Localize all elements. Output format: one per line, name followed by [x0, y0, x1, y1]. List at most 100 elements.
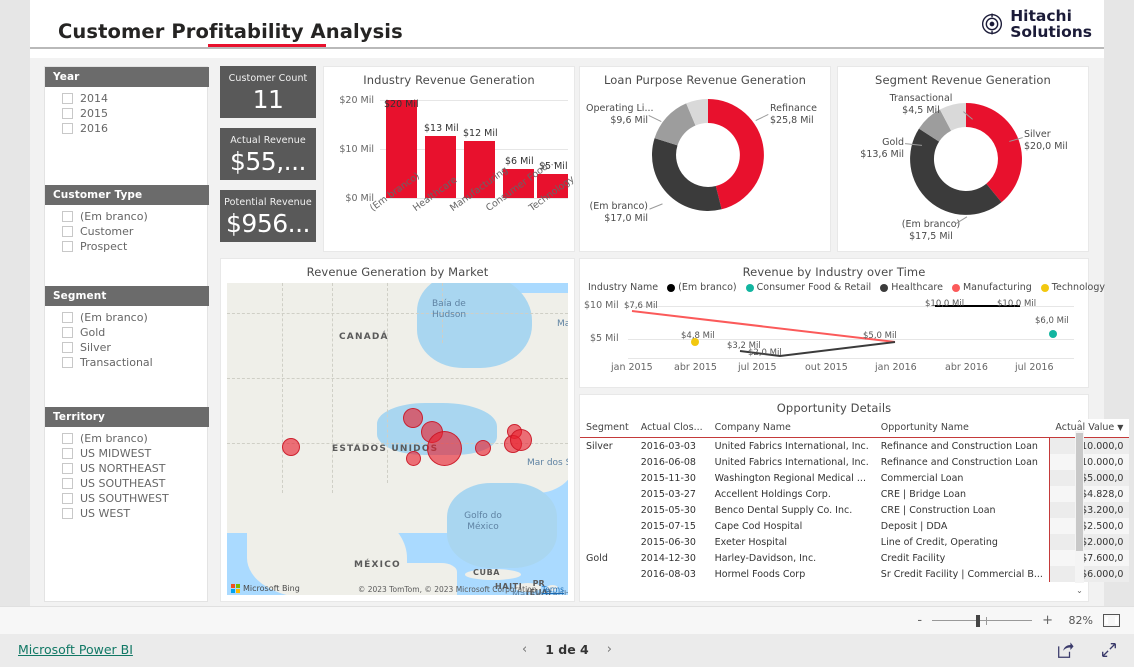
map-terms-link[interactable]: Terms [542, 585, 564, 594]
fullscreen-icon[interactable] [1100, 641, 1118, 659]
slicer-item-em-branco[interactable]: (Em branco) [45, 310, 209, 325]
cell-segment [580, 486, 635, 502]
map-bubble[interactable] [282, 438, 300, 456]
slicer-item-em-branco[interactable]: (Em branco) [45, 209, 209, 224]
checkbox-icon[interactable] [62, 312, 73, 323]
zoom-in-button[interactable]: + [1042, 613, 1053, 628]
power-bi-link[interactable]: Microsoft Power BI [18, 642, 133, 657]
cell-actual-value: $7.600,0 [1048, 550, 1130, 566]
zoom-out-button[interactable]: - [917, 613, 922, 628]
slicer-item-customer[interactable]: Customer [45, 224, 209, 239]
slicer-item-label: Customer [80, 225, 134, 238]
slicer-item-em-branco[interactable]: (Em branco) [45, 431, 209, 446]
table-scrollbar[interactable]: ⌃ ⌄ [1075, 419, 1084, 595]
checkbox-icon[interactable] [62, 463, 73, 474]
visual-loan-purpose-revenue-generation[interactable]: Loan Purpose Revenue Generation Operatin… [579, 66, 831, 252]
checkbox-icon[interactable] [62, 448, 73, 459]
map-bubble[interactable] [427, 431, 462, 466]
donut-loan-purpose[interactable] [646, 93, 770, 217]
table-row[interactable]: 2016-08-03 Hormel Foods Corp Sr Credit F… [580, 566, 1130, 582]
checkbox-icon[interactable] [62, 241, 73, 252]
chevron-right-icon[interactable]: › [607, 642, 612, 657]
slicer-item-us-southwest[interactable]: US SOUTHWEST [45, 491, 209, 506]
slicer-item-gold[interactable]: Gold [45, 325, 209, 340]
zoom-slider-thumb[interactable] [976, 614, 981, 627]
table-body: Silver 2016-03-03 United Fabrics Interna… [580, 437, 1130, 582]
table-row[interactable]: 2015-07-15 Cape Cod Hospital Deposit | D… [580, 518, 1130, 534]
chevron-left-icon[interactable]: ‹ [522, 642, 527, 657]
donut-label-category: Transactional [889, 93, 953, 104]
checkbox-icon[interactable] [62, 123, 73, 134]
kpi-card-potential-revenue[interactable]: Potential Revenue $956... [220, 190, 316, 242]
column-header-close-date[interactable]: Actual Clos... [634, 419, 709, 438]
checkbox-icon[interactable] [62, 93, 73, 104]
slicer-item-prospect[interactable]: Prospect [45, 239, 209, 254]
checkbox-icon[interactable] [62, 493, 73, 504]
cell-actual-value: $6.000,0 [1048, 566, 1130, 582]
column-header-actual-value[interactable]: Actual Value ▼ [1049, 419, 1130, 438]
slicer-item-2015[interactable]: 2015 [45, 106, 209, 121]
slicer-item-us-midwest[interactable]: US MIDWEST [45, 446, 209, 461]
visual-revenue-generation-by-market[interactable]: Revenue Generation by Market CANADÁ ESTA… [220, 258, 575, 602]
slicer-customer-type: Customer Type (Em branco) Customer Prosp… [45, 185, 209, 254]
kpi-card-actual-revenue[interactable]: Actual Revenue $55,... [220, 128, 316, 180]
column-header-segment[interactable]: Segment [580, 419, 635, 438]
table-row[interactable]: 2015-05-30 Benco Dental Supply Co. Inc. … [580, 502, 1130, 518]
map-bubble[interactable] [403, 408, 423, 428]
map-plot[interactable]: CANADÁ ESTADOS UNIDOS MÉXICO CUBA HAITI … [227, 283, 568, 595]
checkbox-icon[interactable] [62, 211, 73, 222]
slicer-item-us-southeast[interactable]: US SOUTHEAST [45, 476, 209, 491]
map-bubble[interactable] [406, 451, 421, 466]
checkbox-icon[interactable] [62, 508, 73, 519]
visual-opportunity-details[interactable]: Opportunity Details Segment Actual Clos.… [579, 394, 1130, 602]
checkbox-icon[interactable] [62, 108, 73, 119]
slicer-item-2014[interactable]: 2014 [45, 91, 209, 106]
scroll-up-icon[interactable]: ⌃ [1075, 419, 1084, 428]
column-header-opportunity[interactable]: Opportunity Name [874, 419, 1050, 438]
checkbox-icon[interactable] [62, 226, 73, 237]
x-tick-abr-2015: abr 2015 [674, 362, 717, 373]
checkbox-icon[interactable] [62, 433, 73, 444]
table-row[interactable]: 2015-11-30 Washington Regional Medical .… [580, 470, 1130, 486]
fit-to-page-icon[interactable] [1103, 614, 1120, 627]
checkbox-icon[interactable] [62, 327, 73, 338]
scrollbar-thumb[interactable] [1076, 433, 1083, 551]
map-bubble[interactable] [510, 429, 532, 451]
zoom-slider-track[interactable] [932, 619, 1033, 621]
cell-actual-value: $5.000,0 [1048, 470, 1130, 486]
cell-opportunity: CRE | Bridge Loan [880, 488, 967, 500]
column-header-company[interactable]: Company Name [708, 419, 875, 438]
slicer-item-us-west[interactable]: US WEST [45, 506, 209, 521]
series-line-manufacturing [631, 310, 896, 343]
slicer-item-silver[interactable]: Silver [45, 340, 209, 355]
table-row[interactable]: 2015-06-30 Exeter Hospital Line of Credi… [580, 534, 1130, 550]
checkbox-icon[interactable] [62, 342, 73, 353]
visual-segment-revenue-generation[interactable]: Segment Revenue Generation Transactional… [837, 66, 1089, 252]
donut-slice-silver[interactable] [966, 103, 1022, 203]
visual-industry-revenue-generation[interactable]: Industry Revenue Generation $20 Mil $10 … [323, 66, 577, 252]
table-row[interactable]: 2016-06-08 United Fabrics International,… [580, 454, 1130, 470]
donut-label-value: $13,6 Mil [860, 148, 904, 160]
zoom-slider[interactable] [932, 614, 1033, 628]
table-row[interactable]: Silver 2016-03-03 United Fabrics Interna… [580, 437, 1130, 454]
bing-label: Microsoft Bing [243, 584, 300, 593]
checkbox-icon[interactable] [62, 357, 73, 368]
visual-revenue-by-industry-over-time[interactable]: Revenue by Industry over Time Industry N… [579, 258, 1105, 388]
donut-label-value: $25,8 Mil [770, 114, 814, 126]
bing-maps-logo: Microsoft Bing [231, 584, 300, 593]
donut-slice-em-branco[interactable] [651, 138, 722, 211]
point-label-healthcare-out2015: $2,0 Mil [748, 348, 782, 358]
table-row[interactable]: 2015-03-27 Accellent Holdings Corp. CRE … [580, 486, 1130, 502]
slicer-item-us-northeast[interactable]: US NORTHEAST [45, 461, 209, 476]
slicer-year-title: Year [45, 67, 209, 87]
share-icon[interactable] [1056, 641, 1074, 659]
slicer-item-2016[interactable]: 2016 [45, 121, 209, 136]
scroll-down-icon[interactable]: ⌄ [1075, 586, 1084, 595]
slicer-item-transactional[interactable]: Transactional [45, 355, 209, 370]
map-bubble[interactable] [475, 440, 491, 456]
donut-slice-em-branco[interactable] [910, 128, 1002, 215]
brand-logo: Hitachi Solutions [981, 8, 1092, 40]
checkbox-icon[interactable] [62, 478, 73, 489]
table-row[interactable]: Gold 2014-12-30 Harley-Davidson, Inc. Cr… [580, 550, 1130, 566]
kpi-card-customer-count[interactable]: Customer Count 11 [220, 66, 316, 118]
